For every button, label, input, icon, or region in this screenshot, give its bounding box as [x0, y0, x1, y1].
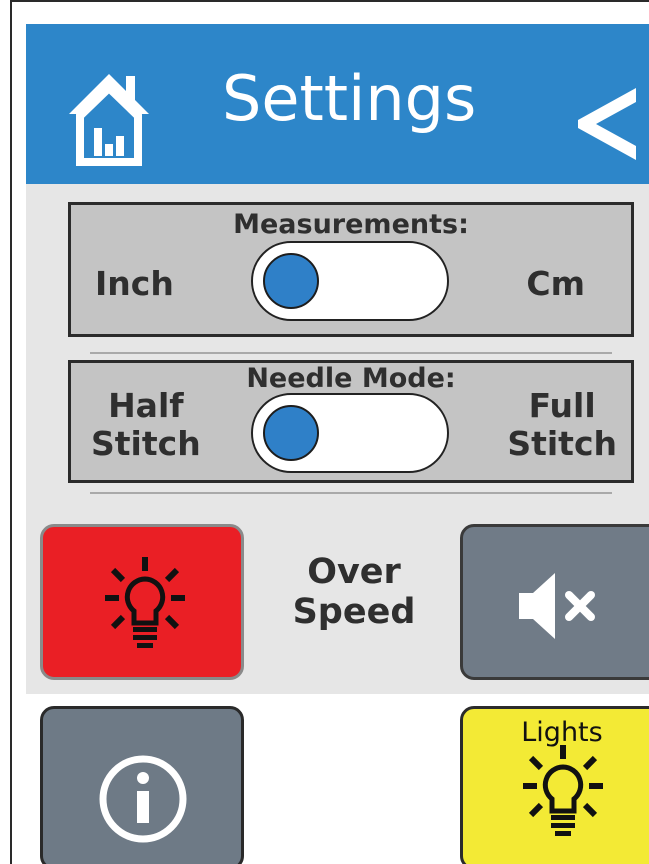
cm-label: Cm	[526, 264, 585, 303]
settings-area: Measurements: Inch Cm Needle Mode: Half …	[26, 184, 649, 494]
toggle-knob[interactable]	[263, 253, 319, 309]
lightbulb-icon	[103, 555, 187, 655]
overspeed-line1: Over	[307, 552, 401, 592]
info-icon	[97, 753, 189, 845]
lightbulb-icon	[521, 743, 605, 843]
lights-button[interactable]: Lights	[460, 706, 649, 864]
overspeed-line2: Speed	[292, 592, 416, 632]
overspeed-label: Over Speed	[274, 552, 434, 632]
app-window: Settings Measurements: Inch Cm Needle Mo…	[10, 0, 649, 864]
info-button[interactable]	[40, 706, 244, 864]
full-stitch-line2: Stitch	[507, 424, 617, 463]
toggle-knob[interactable]	[263, 405, 319, 461]
measurements-toggle[interactable]	[251, 241, 449, 321]
half-stitch-line2: Stitch	[91, 424, 201, 463]
full-stitch-label: Full Stitch	[507, 387, 617, 463]
speaker-mute-icon	[511, 571, 611, 641]
mute-button[interactable]	[460, 524, 649, 680]
half-stitch-label: Half Stitch	[91, 387, 201, 463]
home-icon[interactable]	[64, 66, 154, 166]
measurements-panel: Measurements: Inch Cm	[68, 202, 634, 337]
overspeed-indicator	[40, 524, 244, 680]
bottom-row: Lights	[26, 694, 649, 864]
full-stitch-line1: Full	[528, 386, 596, 425]
needle-mode-toggle[interactable]	[251, 393, 449, 473]
header-bar: Settings	[26, 24, 649, 184]
inch-label: Inch	[95, 264, 174, 303]
measurements-title: Measurements:	[233, 209, 469, 240]
half-stitch-line1: Half	[108, 386, 184, 425]
page-title: Settings	[222, 62, 477, 135]
chevron-left-icon[interactable]	[574, 82, 640, 162]
status-row: Over Speed	[26, 494, 649, 694]
needle-mode-panel: Needle Mode: Half Stitch Full Stitch	[68, 360, 634, 483]
divider	[90, 352, 612, 354]
